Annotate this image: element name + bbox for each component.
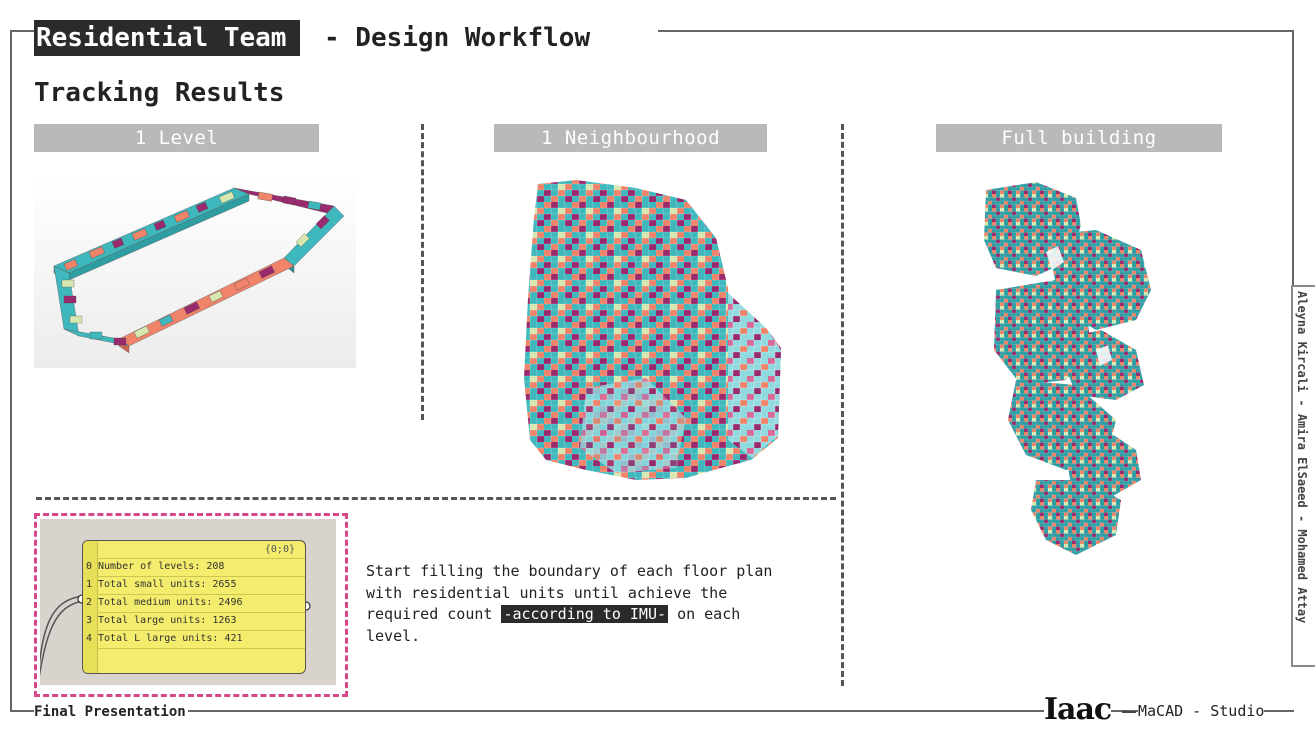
level-voxel-image bbox=[34, 176, 356, 368]
full-building-voxel-image bbox=[984, 182, 1151, 555]
divider-left bbox=[421, 124, 424, 420]
footer-label: Final Presentation bbox=[34, 704, 188, 720]
iaac-logo: Iaac bbox=[1044, 692, 1112, 727]
neighbourhood-voxel-image bbox=[524, 180, 781, 480]
frame-top-right bbox=[658, 30, 1294, 32]
page-subtitle: Tracking Results bbox=[34, 78, 285, 108]
panel-row: 1 Total small units: 2655 bbox=[86, 579, 237, 590]
frame-left bbox=[10, 30, 12, 710]
panel-path-label: {0;0} bbox=[264, 544, 295, 555]
workflow-title: - Design Workflow bbox=[324, 23, 591, 53]
panel-row: 2 Total medium units: 2496 bbox=[86, 597, 243, 608]
description-text: Start filling the boundary of each floor… bbox=[366, 562, 773, 645]
panel-row: 4 Total L large units: 421 bbox=[86, 633, 243, 644]
section-tag-full-building: Full building bbox=[936, 124, 1222, 152]
footer-dash bbox=[1122, 711, 1136, 713]
team-title: Residential Team bbox=[34, 20, 301, 56]
frame-right bbox=[1292, 30, 1294, 285]
panel-row: 0 Number of levels: 208 bbox=[86, 561, 225, 572]
credits-text: Aleyna Kircali - Amira ElSaeed - Mohamed… bbox=[1295, 291, 1309, 624]
section-tag-neighbourhood: 1 Neighbourhood bbox=[494, 124, 767, 152]
divider-right bbox=[841, 124, 844, 686]
divider-horizontal bbox=[36, 497, 836, 500]
panel-row: 3 Total large units: 1263 bbox=[86, 615, 237, 626]
grasshopper-panel: {0;0} 0 Number of levels: 208 1 Total smal… bbox=[82, 540, 306, 674]
description-highlight: -according to IMU- bbox=[501, 605, 669, 623]
section-tag-level: 1 Level bbox=[34, 124, 319, 152]
credits-sidebar: Aleyna Kircali - Amira ElSaeed - Mohamed… bbox=[1291, 285, 1315, 667]
footer-studio-label: MaCAD - Studio bbox=[1138, 702, 1265, 720]
frame-top-left bbox=[10, 30, 34, 32]
